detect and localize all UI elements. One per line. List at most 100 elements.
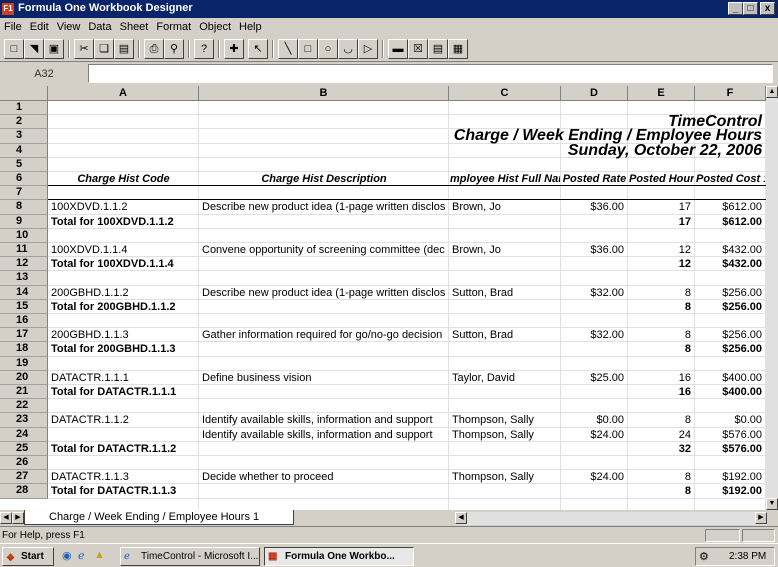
cell-c[interactable]: Brown, Jo: [452, 244, 557, 256]
vertical-scrollbar[interactable]: ▲ ▼: [766, 86, 778, 510]
column-header-f[interactable]: F: [695, 86, 766, 101]
menu-object[interactable]: Object: [195, 18, 235, 33]
cell-a[interactable]: 200GBHD.1.1.2: [51, 287, 195, 299]
checkbox-tool-icon[interactable]: ☒: [408, 39, 428, 59]
ie-icon[interactable]: ℯ: [78, 549, 85, 562]
cell-f[interactable]: $256.00: [698, 301, 762, 313]
scroll-up-icon[interactable]: ▲: [766, 86, 778, 98]
spreadsheet-grid[interactable]: A B C D E F 1 2 3 4 5 6 7 8 100XDVD.1.1.2 Describe new …: [0, 86, 766, 510]
save-icon[interactable]: ▣: [44, 39, 64, 59]
menu-help[interactable]: Help: [235, 18, 266, 33]
row-header[interactable]: 22: [0, 399, 48, 414]
row-header[interactable]: 21: [0, 385, 48, 400]
cell-a[interactable]: Total for DATACTR.1.1.1: [51, 386, 195, 398]
cell-a[interactable]: Total for 200GBHD.1.1.3: [51, 343, 195, 355]
row-header[interactable]: 3: [0, 129, 48, 144]
row-header[interactable]: 4: [0, 143, 48, 158]
sheet-tab[interactable]: Charge / Week Ending / Employee Hours 1: [24, 510, 294, 525]
cell-e[interactable]: 8: [631, 414, 691, 426]
cell-e[interactable]: 16: [631, 386, 691, 398]
row-header[interactable]: 14: [0, 285, 48, 300]
cell-b[interactable]: Decide whether to proceed: [202, 471, 445, 483]
menu-data[interactable]: Data: [84, 18, 115, 33]
cell-e[interactable]: 17: [631, 201, 691, 213]
cell-a[interactable]: Total for 200GBHD.1.1.2: [51, 301, 195, 313]
menu-edit[interactable]: Edit: [26, 18, 53, 33]
cell-f[interactable]: $192.00: [698, 485, 762, 497]
row-header[interactable]: 10: [0, 228, 48, 243]
cell-c[interactable]: Taylor, David: [452, 372, 557, 384]
cell-d[interactable]: $32.00: [564, 329, 624, 341]
scroll-right-icon[interactable]: ▶: [755, 512, 767, 524]
cell-d[interactable]: $36.00: [564, 201, 624, 213]
row-header[interactable]: 16: [0, 314, 48, 329]
polygon-tool-icon[interactable]: ▷: [358, 39, 378, 59]
column-header-e[interactable]: E: [628, 86, 695, 101]
row-header[interactable]: 19: [0, 356, 48, 371]
cell-a[interactable]: Total for DATACTR.1.1.3: [51, 485, 195, 497]
cell-c[interactable]: Thompson, Sally: [452, 414, 557, 426]
cell-e[interactable]: 12: [631, 258, 691, 270]
cell-f[interactable]: $0.00: [698, 414, 762, 426]
cell-d[interactable]: $25.00: [564, 372, 624, 384]
scroll-down-icon[interactable]: ▼: [766, 498, 778, 510]
cell-d[interactable]: $0.00: [564, 414, 624, 426]
scroll-left-icon[interactable]: ◀: [455, 512, 467, 524]
row-header[interactable]: 6: [0, 172, 48, 187]
row-header[interactable]: 20: [0, 370, 48, 385]
tab-prev-icon[interactable]: ◀: [0, 512, 12, 524]
close-button[interactable]: x: [760, 2, 775, 15]
cell-f[interactable]: $400.00: [698, 372, 762, 384]
cell-a[interactable]: DATACTR.1.1.1: [51, 372, 195, 384]
cell-b[interactable]: Define business vision: [202, 372, 445, 384]
cell-a[interactable]: DATACTR.1.1.2: [51, 414, 195, 426]
button-tool-icon[interactable]: ▬: [388, 39, 408, 59]
cell-e[interactable]: 16: [631, 372, 691, 384]
select-cell-icon[interactable]: ✚: [224, 39, 244, 59]
ellipse-tool-icon[interactable]: ○: [318, 39, 338, 59]
cell-f[interactable]: $256.00: [698, 287, 762, 299]
start-button[interactable]: ❖ Start: [2, 547, 54, 566]
cell-e[interactable]: 8: [631, 485, 691, 497]
column-header-c[interactable]: C: [449, 86, 561, 101]
formula-input[interactable]: [88, 64, 773, 83]
row-header[interactable]: 8: [0, 200, 48, 215]
cell-e[interactable]: 32: [631, 443, 691, 455]
cell-a[interactable]: 200GBHD.1.1.3: [51, 329, 195, 341]
line-tool-icon[interactable]: ╲: [278, 39, 298, 59]
cell-d[interactable]: $36.00: [564, 244, 624, 256]
row-header[interactable]: 1: [0, 101, 48, 116]
row-header[interactable]: 9: [0, 214, 48, 229]
cell-c[interactable]: Sutton, Brad: [452, 329, 557, 341]
row-header[interactable]: 7: [0, 186, 48, 201]
cell-f[interactable]: $256.00: [698, 329, 762, 341]
cell-b[interactable]: Convene opportunity of screening committ…: [202, 244, 445, 256]
help-icon[interactable]: ?: [194, 39, 214, 59]
minimize-button[interactable]: _: [728, 2, 743, 15]
cell-c[interactable]: Sutton, Brad: [452, 287, 557, 299]
paste-icon[interactable]: ▤: [114, 39, 134, 59]
taskbar-timecontrol[interactable]: ℯ TimeControl - Microsoft I...: [120, 547, 260, 566]
cell-e[interactable]: 12: [631, 244, 691, 256]
cell-b[interactable]: Identify available skills, information a…: [202, 429, 445, 441]
row-header[interactable]: 26: [0, 456, 48, 471]
cell-a[interactable]: Total for DATACTR.1.1.2: [51, 443, 195, 455]
row-header[interactable]: 27: [0, 470, 48, 485]
tab-next-icon[interactable]: ▶: [12, 512, 24, 524]
new-file-icon[interactable]: □: [4, 39, 24, 59]
print-preview-icon[interactable]: ⚲: [164, 39, 184, 59]
row-header[interactable]: 18: [0, 342, 48, 357]
row-header[interactable]: 24: [0, 427, 48, 442]
cell-f[interactable]: $256.00: [698, 343, 762, 355]
copy-icon[interactable]: ❏: [94, 39, 114, 59]
cell-e[interactable]: 8: [631, 301, 691, 313]
cell-a[interactable]: DATACTR.1.1.3: [51, 471, 195, 483]
dropdown-tool-icon[interactable]: ▤: [428, 39, 448, 59]
cell-d[interactable]: $32.00: [564, 287, 624, 299]
cell-e[interactable]: 8: [631, 343, 691, 355]
cell-d[interactable]: $24.00: [564, 471, 624, 483]
cell-f[interactable]: $400.00: [698, 386, 762, 398]
print-icon[interactable]: ⎙: [144, 39, 164, 59]
cell-f[interactable]: $432.00: [698, 244, 762, 256]
row-header[interactable]: 17: [0, 328, 48, 343]
